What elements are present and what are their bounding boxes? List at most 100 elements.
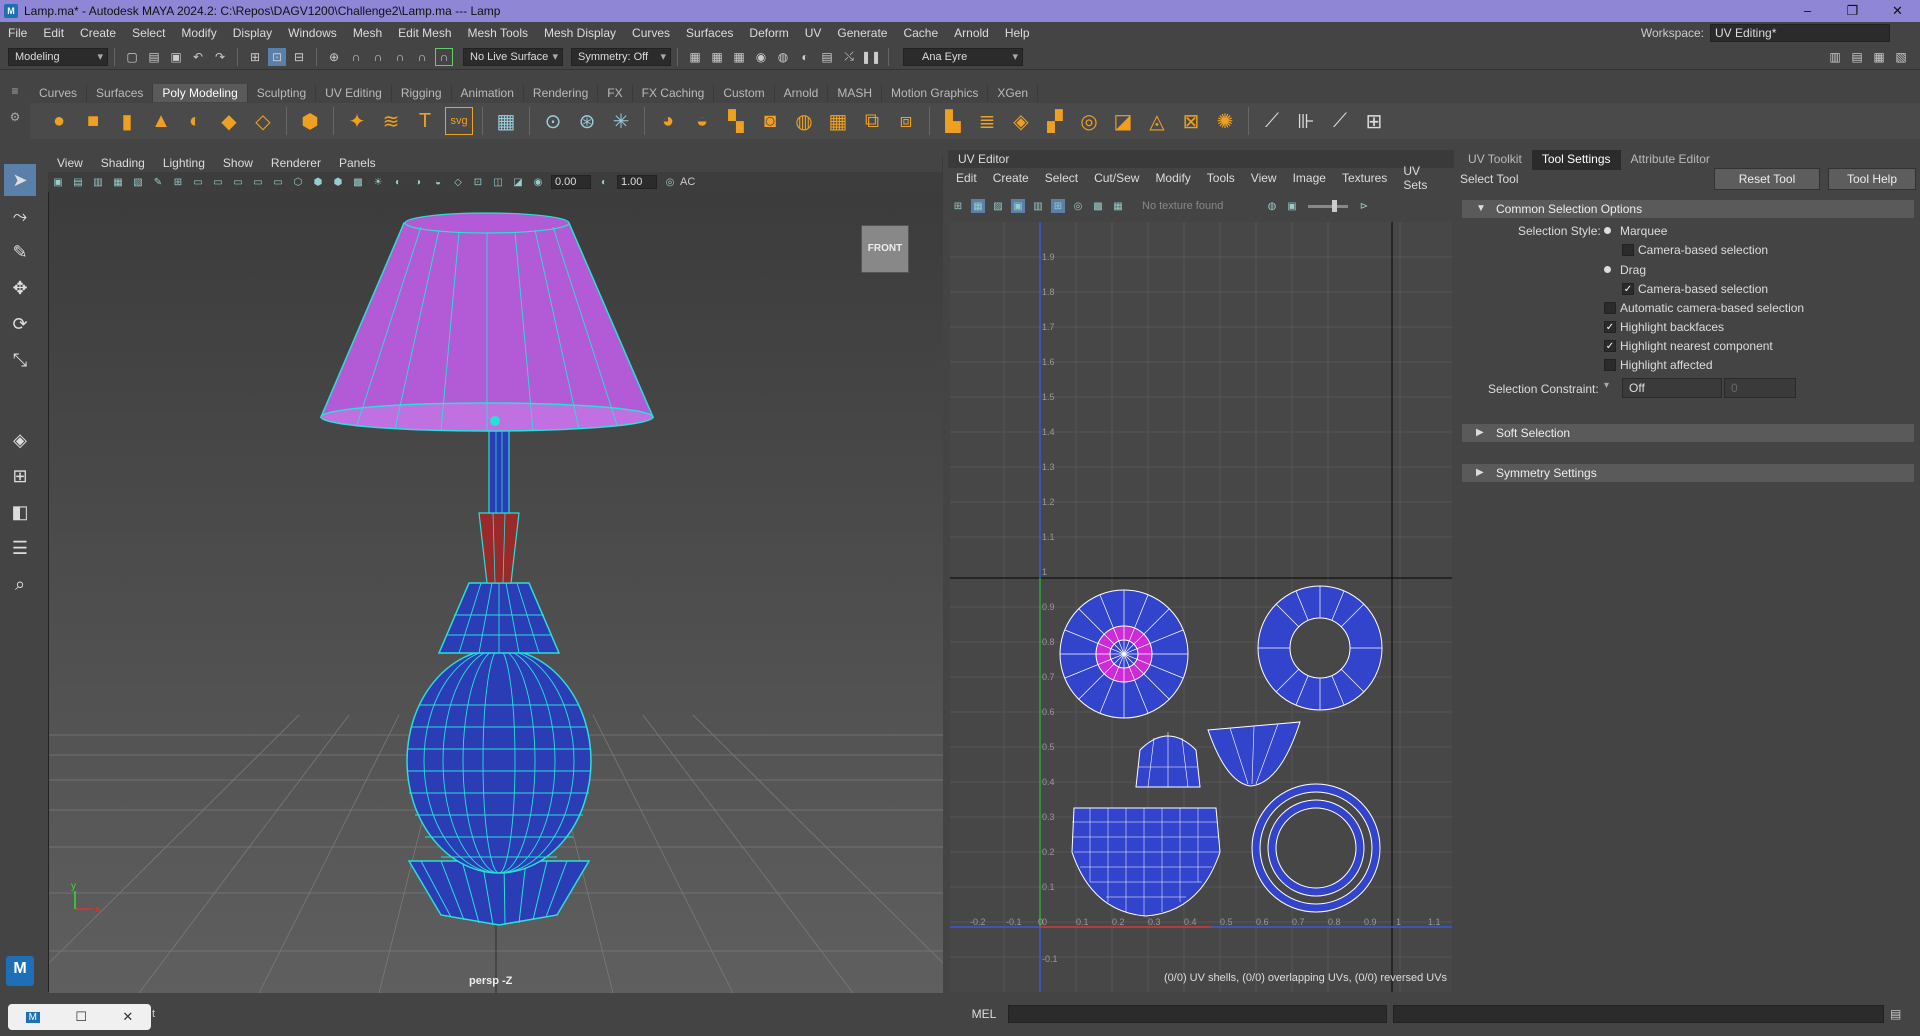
uv-menu-cut-sew[interactable]: Cut/Sew (1086, 171, 1147, 185)
poly-cube-icon[interactable]: ■ (79, 107, 107, 135)
shelf-tab-motion-graphics[interactable]: Motion Graphics (882, 84, 989, 102)
merge-icon[interactable]: ◪ (1109, 107, 1137, 135)
mel-input[interactable] (1008, 1005, 1387, 1023)
smooth-shade-icon[interactable]: ⬢ (311, 175, 325, 189)
vp-menu-view[interactable]: View (48, 156, 92, 170)
menu-mesh[interactable]: Mesh (345, 22, 390, 44)
gamma-icon[interactable]: ◐ (597, 175, 611, 189)
snap-point-icon[interactable]: ∩ (369, 48, 387, 66)
combine-icon[interactable]: ◕ (654, 107, 682, 135)
camera-attributes-icon[interactable]: ▤ (71, 175, 85, 189)
boolean-diff-icon[interactable]: ◍ (790, 107, 818, 135)
shelf-grid-icon[interactable]: ▦ (492, 107, 520, 135)
separate-icon[interactable]: ◒ (688, 107, 716, 135)
minimize-button[interactable]: – (1785, 0, 1830, 22)
search-icon[interactable]: ⌕ (4, 568, 36, 600)
tab-attribute-editor[interactable]: Attribute Editor (1621, 150, 1720, 170)
snap-view-icon[interactable]: ∩ (391, 48, 409, 66)
uv-pixel-snap-icon[interactable]: ◎ (1071, 199, 1085, 213)
soft-selection-frame[interactable]: ▶ Soft Selection (1462, 424, 1914, 442)
make-live-icon[interactable]: ∩ (435, 47, 453, 66)
two-view-layout-icon[interactable]: ◧ (4, 496, 36, 528)
menu-edit[interactable]: Edit (35, 22, 72, 44)
shelf-settings-icon[interactable]: ⚙ (0, 110, 30, 124)
outliner-layout-icon[interactable]: ☰ (4, 532, 36, 564)
maximize-button[interactable]: ❐ (1830, 0, 1875, 22)
menu-edit-mesh[interactable]: Edit Mesh (390, 22, 459, 44)
four-view-layout-icon[interactable]: ⊞ (4, 460, 36, 492)
motion-blur-icon[interactable]: ◒ (431, 175, 445, 189)
xray-joints-icon[interactable]: ◪ (511, 175, 525, 189)
append-polygon-icon[interactable]: ◎ (1075, 107, 1103, 135)
poly-sphere-icon[interactable]: ● (45, 107, 73, 135)
menu-mesh-tools[interactable]: Mesh Tools (460, 22, 536, 44)
uv-menu-uv-sets[interactable]: UV Sets (1395, 164, 1454, 192)
multi-cut-icon[interactable]: ⟋ (1258, 107, 1286, 135)
select-object-icon[interactable]: ⊡ (268, 47, 286, 66)
view-cube[interactable]: FRONT (861, 225, 909, 273)
uv-color-icon[interactable]: ▣ (1285, 199, 1299, 213)
uv-distortion-icon[interactable]: ▥ (1031, 199, 1045, 213)
menu-display[interactable]: Display (225, 22, 280, 44)
tool-help-button[interactable]: Tool Help (1828, 168, 1916, 190)
extrude-icon[interactable]: ▙ (939, 107, 967, 135)
uv-menu-select[interactable]: Select (1037, 171, 1086, 185)
exposure-icon[interactable]: ◉ (531, 175, 545, 189)
platonic-solid-icon[interactable]: ⬢ (296, 107, 324, 135)
freeze-transform-icon[interactable]: ⊛ (573, 107, 601, 135)
render-sequence-icon[interactable]: ▤ (818, 48, 836, 66)
menu-surfaces[interactable]: Surfaces (678, 22, 741, 44)
vp-menu-show[interactable]: Show (214, 156, 262, 170)
uv-menu-image[interactable]: Image (1285, 171, 1334, 185)
camera-based-checkbox-1[interactable] (1622, 244, 1634, 256)
uv-image-icon[interactable]: ▨ (991, 199, 1005, 213)
arnold-render-icon[interactable]: ◐ (796, 48, 814, 66)
uv-menu-modify[interactable]: Modify (1147, 171, 1198, 185)
shelf-tab-poly-modeling[interactable]: Poly Modeling (153, 84, 248, 102)
constraint-dropdown-icon[interactable]: ▾ (1604, 380, 1609, 391)
move-tool-icon[interactable]: ✥ (4, 272, 36, 304)
select-camera-icon[interactable]: ▣ (51, 175, 65, 189)
render-frame-icon[interactable]: ▦ (708, 48, 726, 66)
shelf-tab-surfaces[interactable]: Surfaces (87, 84, 154, 102)
user-account-dropdown[interactable]: Ana Eyre (903, 47, 1023, 66)
uv-menu-tools[interactable]: Tools (1199, 171, 1243, 185)
menu-generate[interactable]: Generate (829, 22, 895, 44)
menu-uv[interactable]: UV (797, 22, 830, 44)
shelf-tab-uv-editing[interactable]: UV Editing (316, 84, 392, 102)
menu-modify[interactable]: Modify (173, 22, 224, 44)
poly-torus-icon[interactable]: ◐ (181, 107, 209, 135)
menu-curves[interactable]: Curves (624, 22, 678, 44)
pause-icon[interactable]: ❚❚ (861, 48, 881, 66)
snap-grid-icon[interactable]: ⊕ (325, 48, 343, 66)
ambient-occlusion-icon[interactable]: ◑ (411, 175, 425, 189)
symmetry-dropdown[interactable]: Symmetry: Off (571, 47, 671, 66)
taskbar-thumbnail[interactable]: M ☐ ✕ (8, 1004, 151, 1030)
hypershade-icon[interactable]: ◍ (774, 48, 792, 66)
grease-pencil-icon[interactable]: ✎ (151, 175, 165, 189)
menu-arnold[interactable]: Arnold (946, 22, 997, 44)
uv-grid-icon[interactable]: ⊞ (951, 199, 965, 213)
uv-exposure-icon[interactable]: ◍ (1265, 199, 1279, 213)
new-scene-icon[interactable]: ▢ (123, 48, 141, 66)
uv-step-icon[interactable]: ⊳ (1357, 199, 1371, 213)
vp-menu-lighting[interactable]: Lighting (154, 156, 214, 170)
reduce-icon[interactable]: ⧈ (892, 107, 920, 135)
gate-mask-icon[interactable]: ▭ (231, 175, 245, 189)
xray-icon[interactable]: ◫ (491, 175, 505, 189)
menu-create[interactable]: Create (72, 22, 124, 44)
anti-alias-icon[interactable]: ◇ (451, 175, 465, 189)
shelf-tab-custom[interactable]: Custom (714, 84, 775, 102)
uv-menu-view[interactable]: View (1243, 171, 1285, 185)
constraint-value-field[interactable]: 0 (1724, 378, 1796, 398)
field-chart-icon[interactable]: ▭ (251, 175, 265, 189)
marquee-radio[interactable] (1604, 227, 1611, 234)
render-view-icon[interactable]: ▦ (686, 48, 704, 66)
mirror-icon[interactable]: ⧉ (858, 107, 886, 135)
workspace-dropdown[interactable]: UV Editing* (1710, 24, 1890, 42)
gamma-field[interactable]: 1.00 (617, 175, 657, 189)
mel-label[interactable]: MEL (960, 1007, 1008, 1021)
menu-cache[interactable]: Cache (895, 22, 946, 44)
render-settings-icon[interactable]: ◉ (752, 48, 770, 66)
wireframe-icon[interactable]: ⬡ (291, 175, 305, 189)
